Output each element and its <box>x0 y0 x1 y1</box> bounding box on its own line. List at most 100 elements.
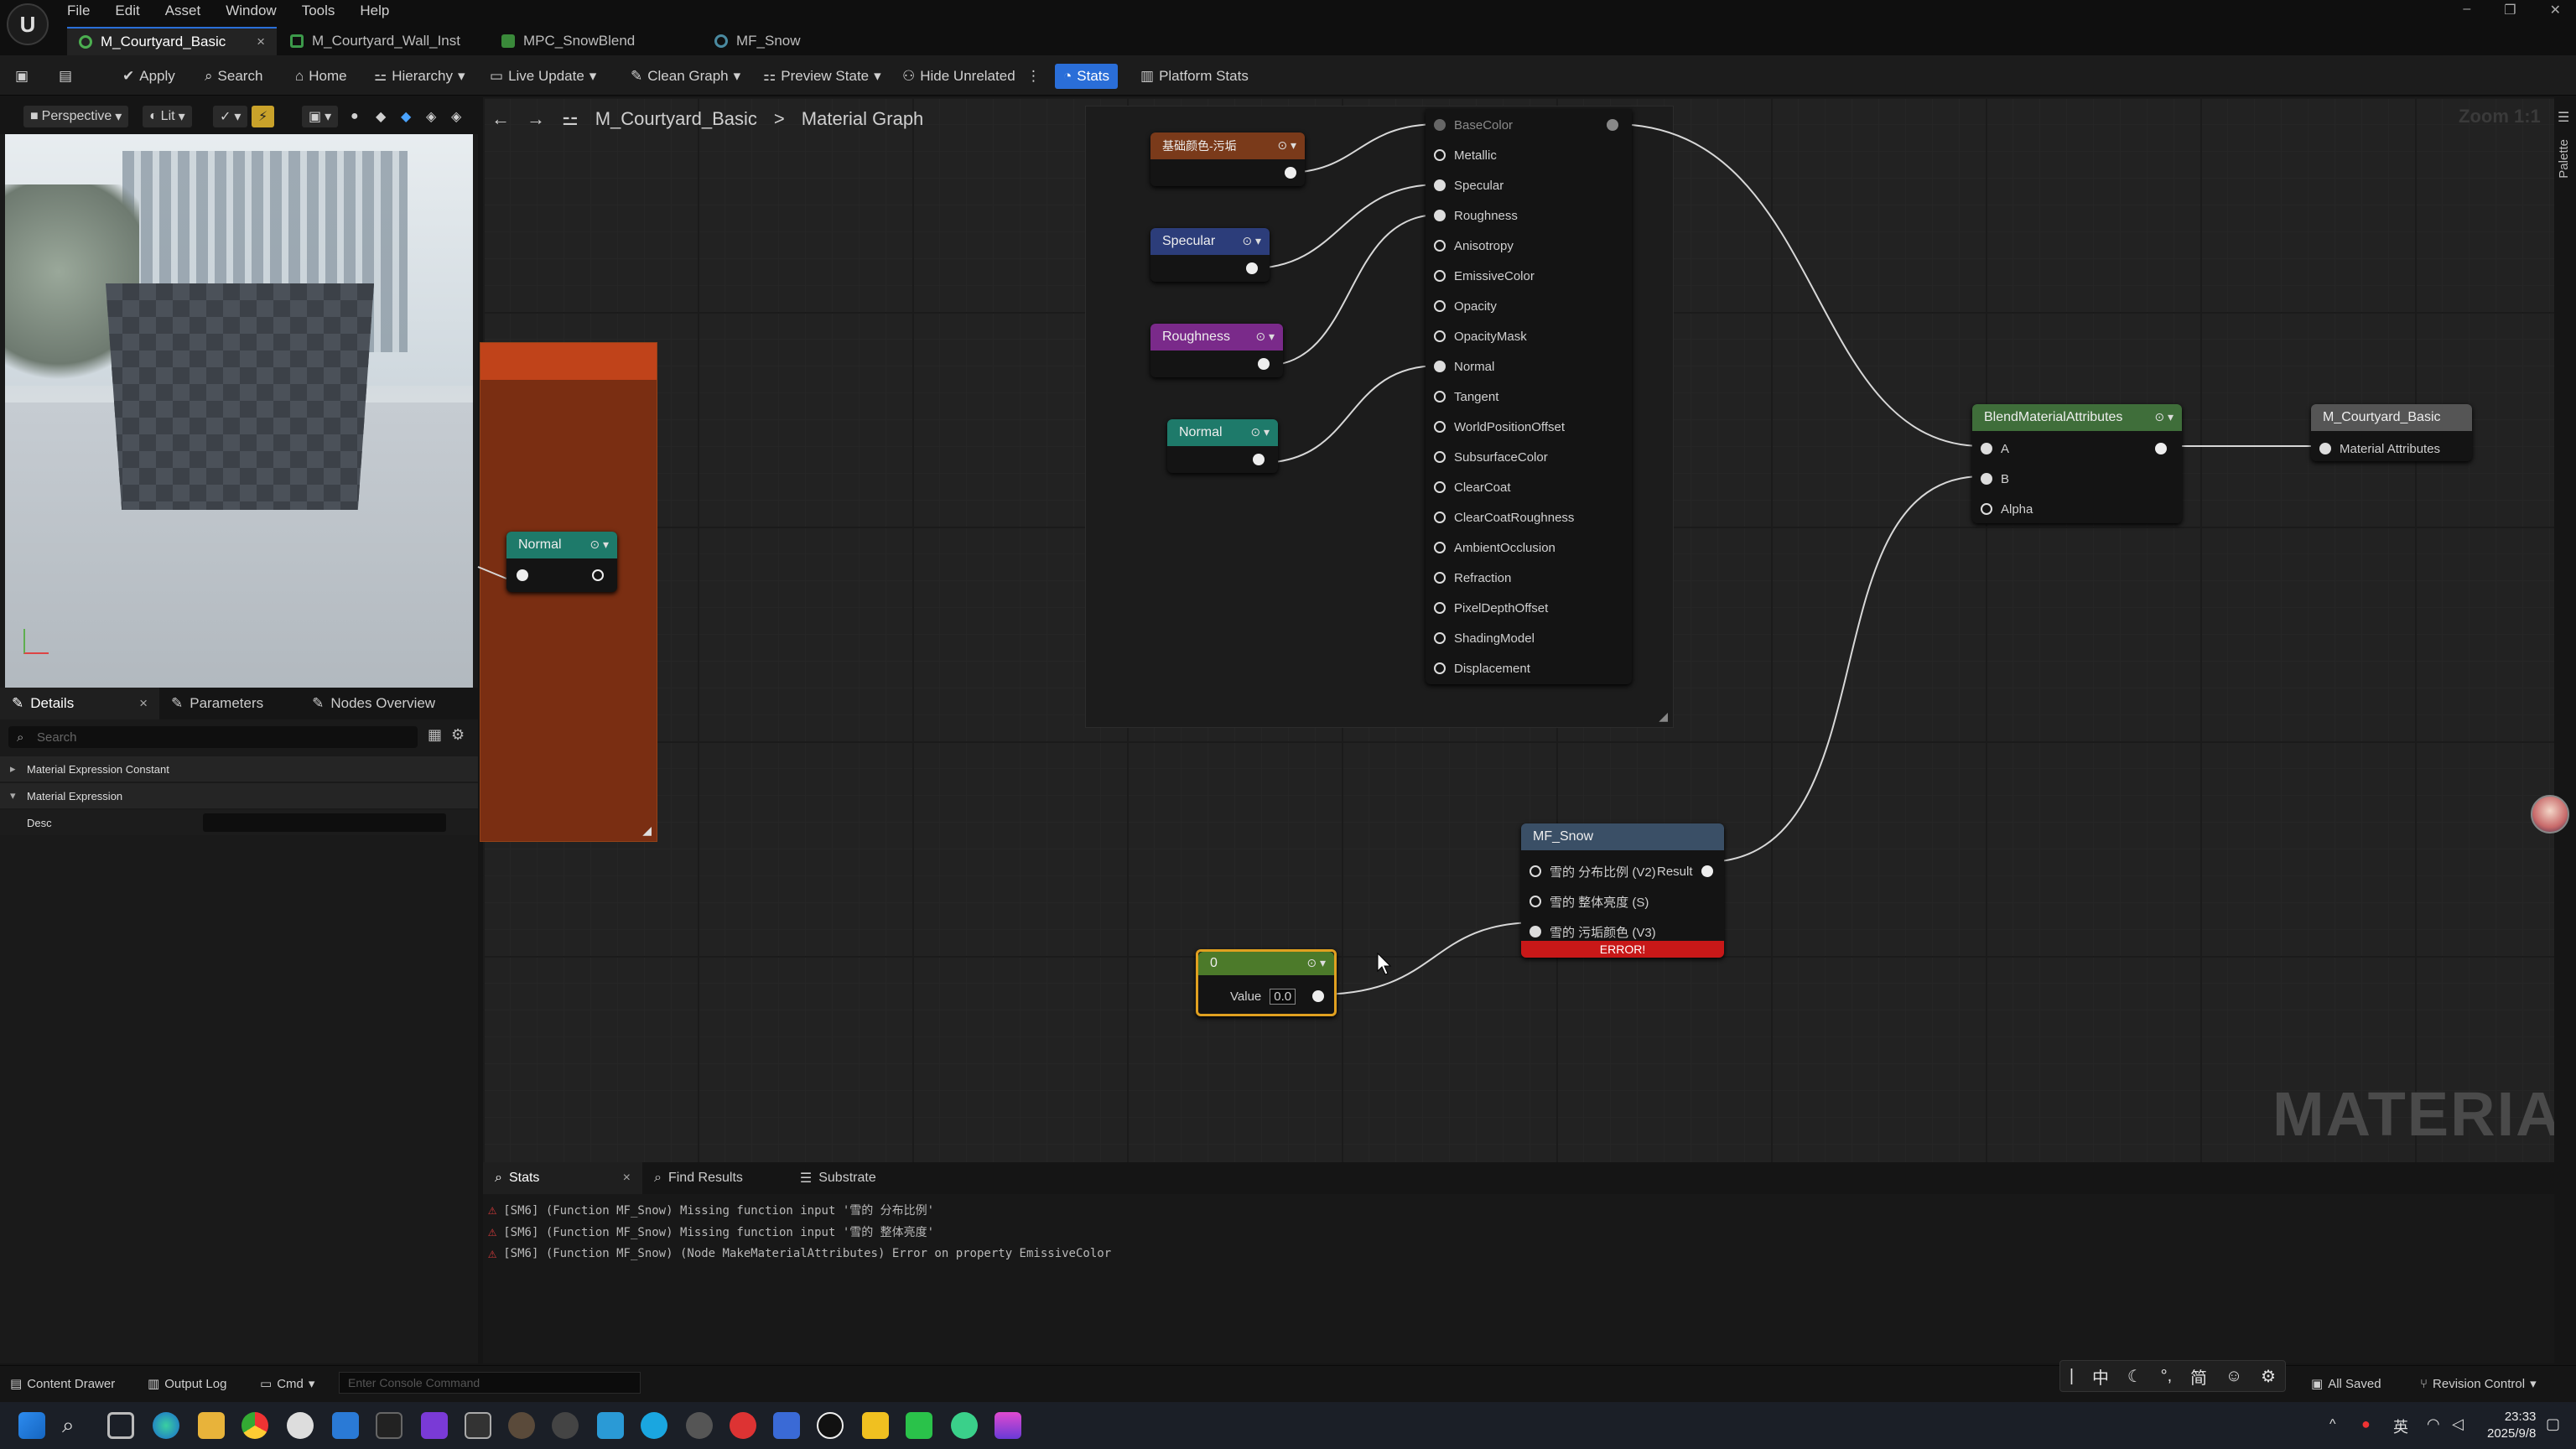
lit-dropdown[interactable]: ◐ Lit ▾ <box>143 106 192 127</box>
pin-anisotropy[interactable]: Anisotropy <box>1434 236 1514 255</box>
app-icon[interactable] <box>995 1412 1021 1439</box>
content-drawer-button[interactable]: ▤ Content Drawer <box>10 1376 115 1392</box>
app-icon[interactable] <box>730 1412 756 1439</box>
vscode-icon[interactable] <box>332 1412 359 1439</box>
live-update-button[interactable]: ▭ Live Update ▾ <box>490 65 596 87</box>
edge-browser-icon[interactable] <box>153 1412 179 1439</box>
tab-close-icon[interactable]: × <box>257 34 265 50</box>
microphone-icon[interactable]: ● <box>2361 1415 2371 1433</box>
menu-tools[interactable]: Tools <box>302 3 335 19</box>
pin-normal[interactable]: Normal <box>1434 357 1494 376</box>
file-explorer-icon[interactable] <box>198 1412 225 1439</box>
node-normal-top[interactable]: Normal ⊙ ▾ <box>1167 419 1278 473</box>
teapot-icon[interactable]: ◈ <box>444 106 468 127</box>
settings-gear-icon[interactable]: ⚙ <box>451 726 465 744</box>
pin-result[interactable]: Result <box>1657 862 1713 880</box>
more-options-icon[interactable]: ⋮ <box>1026 65 1041 87</box>
node-basecolor-parameter[interactable]: 基础颜色-污垢 ⊙ ▾ <box>1150 132 1305 186</box>
breadcrumb-root[interactable]: M_Courtyard_Basic <box>595 108 757 130</box>
section-material-expression-constant[interactable]: ▸ Material Expression Constant <box>0 756 478 782</box>
menu-help[interactable]: Help <box>360 3 389 19</box>
input-pin[interactable] <box>517 569 528 581</box>
visual-studio-icon[interactable] <box>421 1412 448 1439</box>
app-icon[interactable] <box>951 1412 978 1439</box>
menu-window[interactable]: Window <box>226 3 276 19</box>
browse-icon[interactable]: ▤ <box>59 65 72 87</box>
pin-displacement[interactable]: Displacement <box>1434 659 1530 678</box>
node-options-icon[interactable]: ⊙ ▾ <box>1306 956 1326 970</box>
pin-alpha[interactable]: Alpha <box>1981 500 2033 518</box>
terminal-app-icon[interactable] <box>376 1412 402 1439</box>
output-log-button[interactable]: ▥ Output Log <box>148 1376 226 1392</box>
output-pin[interactable] <box>1258 358 1270 370</box>
ime-simplified-mode[interactable]: 简 <box>2190 1364 2207 1389</box>
pin-worldpositionoffset[interactable]: WorldPositionOffset <box>1434 418 1565 436</box>
menu-file[interactable]: File <box>67 3 90 19</box>
app-icon[interactable] <box>508 1412 535 1439</box>
pin-basecolor[interactable]: BaseColor <box>1434 116 1513 134</box>
node-material-output[interactable]: M_Courtyard_Basic Material Attributes <box>2311 404 2472 461</box>
pin-refraction[interactable]: Refraction <box>1434 569 1511 587</box>
perspective-dropdown[interactable]: ■ Perspective ▾ <box>23 106 129 127</box>
preview-mesh-dropdown[interactable]: ▣ ▾ <box>302 106 339 127</box>
param-chevron-icon[interactable]: ⊙ ▾ <box>1242 234 1261 248</box>
tab-stats[interactable]: ⌕ Stats × <box>483 1162 642 1194</box>
console-input[interactable]: Enter Console Command <box>339 1372 641 1394</box>
tray-chevron-icon[interactable]: ^ <box>2329 1417 2336 1432</box>
revision-control-dropdown[interactable]: ⑂ Revision Control ▾ <box>2420 1376 2537 1392</box>
tab-m-courtyard-basic[interactable]: M_Courtyard_Basic × <box>67 27 277 55</box>
app-icon[interactable] <box>641 1412 667 1439</box>
tab-details[interactable]: ✎ Details × <box>0 688 159 719</box>
pin-roughness[interactable]: Roughness <box>1434 206 1518 225</box>
output-pin[interactable] <box>1246 262 1258 274</box>
sticky-notes-icon[interactable] <box>862 1412 889 1439</box>
app-icon[interactable] <box>552 1412 579 1439</box>
tab-mpc-snowblend[interactable]: MPC_SnowBlend <box>490 27 647 55</box>
pin-subsurfacecolor[interactable]: SubsurfaceColor <box>1434 448 1548 466</box>
pin-shadingmodel[interactable]: ShadingModel <box>1434 629 1535 647</box>
value-input[interactable]: 0.0 <box>1270 988 1296 1005</box>
material-preview-viewport[interactable] <box>5 134 473 688</box>
node-blend-material-attributes[interactable]: BlendMaterialAttributes ⊙ ▾ A B Alpha <box>1972 404 2182 523</box>
hide-unrelated-button[interactable]: ⚇ Hide Unrelated <box>902 65 1015 87</box>
close-icon[interactable]: × <box>623 1171 631 1186</box>
pin-pixeldepthoffset[interactable]: PixelDepthOffset <box>1434 599 1548 617</box>
pin-snow-brightness[interactable]: 雪的 整体亮度 (S) <box>1530 892 1649 911</box>
cmd-dropdown[interactable]: ▭ Cmd ▾ <box>260 1376 314 1392</box>
node-normal-left[interactable]: Normal ⊙ ▾ <box>506 532 617 592</box>
resize-handle-icon[interactable]: ◢ <box>1659 709 1668 724</box>
home-button[interactable]: ⌂ Home <box>295 65 347 87</box>
chrome-icon[interactable] <box>242 1412 268 1439</box>
apply-button[interactable]: ✔ Apply <box>122 65 175 87</box>
notification-icon[interactable]: ▢ <box>2546 1415 2560 1433</box>
console-app-icon[interactable] <box>465 1412 491 1439</box>
close-icon[interactable]: × <box>139 695 148 712</box>
assistant-avatar[interactable] <box>2531 795 2569 834</box>
hierarchy-button[interactable]: ⚍ Hierarchy ▾ <box>374 65 465 87</box>
app-icon[interactable] <box>287 1412 314 1439</box>
task-view-icon[interactable] <box>107 1412 134 1439</box>
wifi-icon[interactable]: ◠ <box>2427 1415 2440 1433</box>
graph-tree-icon[interactable]: ⚍ <box>562 108 579 130</box>
pin-snow-dirt-color[interactable]: 雪的 污垢颜色 (V3) <box>1530 922 1656 941</box>
view-options-icon[interactable]: ▦ <box>428 726 442 744</box>
pin-specular[interactable]: Specular <box>1434 176 1504 195</box>
platform-stats-button[interactable]: ▥ Platform Stats <box>1140 65 1249 87</box>
output-pin[interactable] <box>1312 990 1324 1002</box>
pin-material-attributes[interactable]: Material Attributes <box>2319 439 2440 458</box>
pin-opacitymask[interactable]: OpacityMask <box>1434 327 1527 345</box>
pin-a[interactable]: A <box>1981 439 2009 458</box>
output-pin[interactable] <box>592 569 604 581</box>
pin-clearcoatroughness[interactable]: ClearCoatRoughness <box>1434 508 1574 527</box>
output-pin[interactable] <box>2155 443 2167 454</box>
forward-arrow-icon[interactable]: → <box>527 108 545 130</box>
pin-clearcoat[interactable]: ClearCoat <box>1434 478 1511 496</box>
tab-parameters[interactable]: ✎ Parameters <box>159 688 275 719</box>
close-window-icon[interactable]: ✕ <box>2550 2 2561 18</box>
moon-icon[interactable]: ☾ <box>2127 1366 2142 1387</box>
wechat-icon[interactable] <box>906 1412 932 1439</box>
orange-comment-box[interactable]: ◢ <box>480 342 657 842</box>
save-icon[interactable]: ▣ <box>15 65 29 87</box>
emoji-icon[interactable]: ☺ <box>2225 1367 2242 1386</box>
palette-tab[interactable]: Palette <box>2557 139 2571 179</box>
